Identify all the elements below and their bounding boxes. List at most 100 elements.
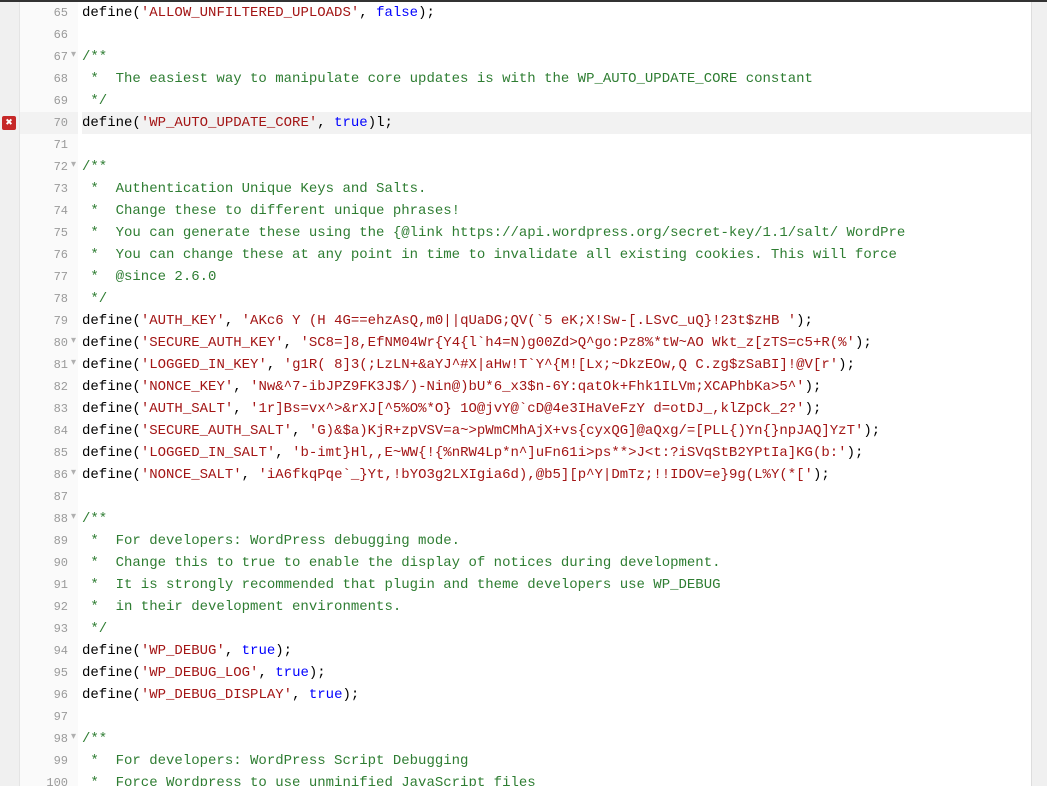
vertical-scrollbar[interactable] bbox=[1031, 2, 1047, 786]
code-area[interactable]: define('ALLOW_UNFILTERED_UPLOADS', false… bbox=[78, 2, 1031, 786]
code-line[interactable]: */ bbox=[82, 288, 1031, 310]
line-number[interactable]: 73 bbox=[20, 178, 78, 200]
code-line[interactable]: * You can generate these using the {@lin… bbox=[82, 222, 1031, 244]
line-number[interactable]: 93 bbox=[20, 618, 78, 640]
code-line[interactable]: * @since 2.6.0 bbox=[82, 266, 1031, 288]
code-line[interactable]: define('AUTH_KEY', 'AKc6 Y (H 4G==ehzAsQ… bbox=[82, 310, 1031, 332]
line-number[interactable]: 97 bbox=[20, 706, 78, 728]
code-line[interactable]: define('WP_DEBUG_DISPLAY', true); bbox=[82, 684, 1031, 706]
line-number[interactable]: 79 bbox=[20, 310, 78, 332]
fold-caret-icon[interactable]: ▾ bbox=[71, 337, 76, 347]
line-number[interactable]: 87 bbox=[20, 486, 78, 508]
line-number[interactable]: 74 bbox=[20, 200, 78, 222]
code-line[interactable]: define('AUTH_SALT', '1r]Bs=vx^>&rXJ[^5%O… bbox=[82, 398, 1031, 420]
code-line[interactable]: define('SECURE_AUTH_KEY', 'SC8=]8,EfNM04… bbox=[82, 332, 1031, 354]
code-token: define bbox=[82, 401, 132, 417]
code-line[interactable]: * in their development environments. bbox=[82, 596, 1031, 618]
code-editor[interactable]: 656667▾6869707172▾7374757677787980▾81▾82… bbox=[0, 0, 1047, 786]
line-number[interactable]: 81▾ bbox=[20, 354, 78, 376]
line-number[interactable]: 94 bbox=[20, 640, 78, 662]
line-number[interactable]: 100 bbox=[20, 772, 78, 794]
code-line[interactable]: define('SECURE_AUTH_SALT', 'G)&$a)KjR+zp… bbox=[82, 420, 1031, 442]
code-line[interactable]: * For developers: WordPress debugging mo… bbox=[82, 530, 1031, 552]
line-number[interactable]: 69 bbox=[20, 90, 78, 112]
code-line[interactable]: define('NONCE_SALT', 'iA6fkqPqe`_}Yt,!bY… bbox=[82, 464, 1031, 486]
fold-caret-icon[interactable]: ▾ bbox=[71, 359, 76, 369]
line-number[interactable]: 90 bbox=[20, 552, 78, 574]
error-icon[interactable] bbox=[2, 116, 16, 130]
code-line[interactable]: define('WP_DEBUG', true); bbox=[82, 640, 1031, 662]
code-line[interactable]: * For developers: WordPress Script Debug… bbox=[82, 750, 1031, 772]
code-line[interactable]: */ bbox=[82, 618, 1031, 640]
code-line[interactable]: define('NONCE_KEY', 'Nw&^7-ibJPZ9FK3J$/)… bbox=[82, 376, 1031, 398]
code-line[interactable]: /** bbox=[82, 46, 1031, 68]
line-number-label: 99 bbox=[54, 750, 68, 772]
line-number[interactable]: 89 bbox=[20, 530, 78, 552]
line-number-label: 80 bbox=[54, 332, 68, 354]
code-line[interactable]: * Authentication Unique Keys and Salts. bbox=[82, 178, 1031, 200]
code-token: , bbox=[258, 665, 275, 681]
line-number[interactable]: 91 bbox=[20, 574, 78, 596]
line-number[interactable]: 76 bbox=[20, 244, 78, 266]
line-number[interactable]: 85 bbox=[20, 442, 78, 464]
line-number[interactable]: 77 bbox=[20, 266, 78, 288]
line-number-label: 71 bbox=[54, 134, 68, 156]
fold-caret-icon[interactable]: ▾ bbox=[71, 161, 76, 171]
code-line[interactable] bbox=[82, 134, 1031, 156]
code-line[interactable]: define('WP_AUTO_UPDATE_CORE', true)l; bbox=[82, 112, 1031, 134]
code-line[interactable]: define('ALLOW_UNFILTERED_UPLOADS', false… bbox=[82, 2, 1031, 24]
code-token: define bbox=[82, 643, 132, 659]
line-number[interactable]: 95 bbox=[20, 662, 78, 684]
code-token: ); bbox=[418, 5, 435, 21]
code-token: * It is strongly recommended that plugin… bbox=[82, 577, 721, 593]
line-number[interactable]: 84 bbox=[20, 420, 78, 442]
line-number[interactable]: 68 bbox=[20, 68, 78, 90]
code-line[interactable]: * You can change these at any point in t… bbox=[82, 244, 1031, 266]
code-line[interactable]: * Change this to true to enable the disp… bbox=[82, 552, 1031, 574]
code-line[interactable]: * Change these to different unique phras… bbox=[82, 200, 1031, 222]
fold-caret-icon[interactable]: ▾ bbox=[71, 733, 76, 743]
code-line[interactable] bbox=[82, 486, 1031, 508]
line-number[interactable]: 71 bbox=[20, 134, 78, 156]
line-number-gutter[interactable]: 656667▾6869707172▾7374757677787980▾81▾82… bbox=[20, 2, 78, 786]
fold-caret-icon[interactable]: ▾ bbox=[71, 513, 76, 523]
line-number[interactable]: 86▾ bbox=[20, 464, 78, 486]
line-number[interactable]: 65 bbox=[20, 2, 78, 24]
line-number[interactable]: 88▾ bbox=[20, 508, 78, 530]
code-line[interactable]: /** bbox=[82, 508, 1031, 530]
code-line[interactable] bbox=[82, 706, 1031, 728]
line-number-label: 67 bbox=[54, 46, 68, 68]
line-number[interactable]: 66 bbox=[20, 24, 78, 46]
code-line[interactable]: define('LOGGED_IN_SALT', 'b-imt}Hl,,E~WW… bbox=[82, 442, 1031, 464]
line-number-label: 82 bbox=[54, 376, 68, 398]
code-line[interactable]: define('WP_DEBUG_LOG', true); bbox=[82, 662, 1031, 684]
code-line[interactable]: /** bbox=[82, 156, 1031, 178]
code-line[interactable] bbox=[82, 24, 1031, 46]
line-number[interactable]: 96 bbox=[20, 684, 78, 706]
line-number[interactable]: 67▾ bbox=[20, 46, 78, 68]
code-line[interactable]: define('LOGGED_IN_KEY', 'g1R( 8]3(;LzLN+… bbox=[82, 354, 1031, 376]
line-number[interactable]: 80▾ bbox=[20, 332, 78, 354]
code-line[interactable]: * The easiest way to manipulate core upd… bbox=[82, 68, 1031, 90]
code-line[interactable]: * Force Wordpress to use unminified Java… bbox=[82, 772, 1031, 786]
code-line[interactable]: */ bbox=[82, 90, 1031, 112]
line-number[interactable]: 78 bbox=[20, 288, 78, 310]
line-number[interactable]: 70 bbox=[20, 112, 78, 134]
code-token: define bbox=[82, 115, 132, 131]
line-number[interactable]: 75 bbox=[20, 222, 78, 244]
line-number[interactable]: 83 bbox=[20, 398, 78, 420]
code-token: ); bbox=[847, 445, 864, 461]
line-number[interactable]: 99 bbox=[20, 750, 78, 772]
line-number[interactable]: 82 bbox=[20, 376, 78, 398]
code-token: true bbox=[309, 687, 343, 703]
code-line[interactable]: /** bbox=[82, 728, 1031, 750]
line-number-label: 91 bbox=[54, 574, 68, 596]
line-number-label: 90 bbox=[54, 552, 68, 574]
line-number-label: 87 bbox=[54, 486, 68, 508]
fold-caret-icon[interactable]: ▾ bbox=[71, 51, 76, 61]
line-number[interactable]: 92 bbox=[20, 596, 78, 618]
code-line[interactable]: * It is strongly recommended that plugin… bbox=[82, 574, 1031, 596]
line-number[interactable]: 72▾ bbox=[20, 156, 78, 178]
line-number[interactable]: 98▾ bbox=[20, 728, 78, 750]
fold-caret-icon[interactable]: ▾ bbox=[71, 469, 76, 479]
